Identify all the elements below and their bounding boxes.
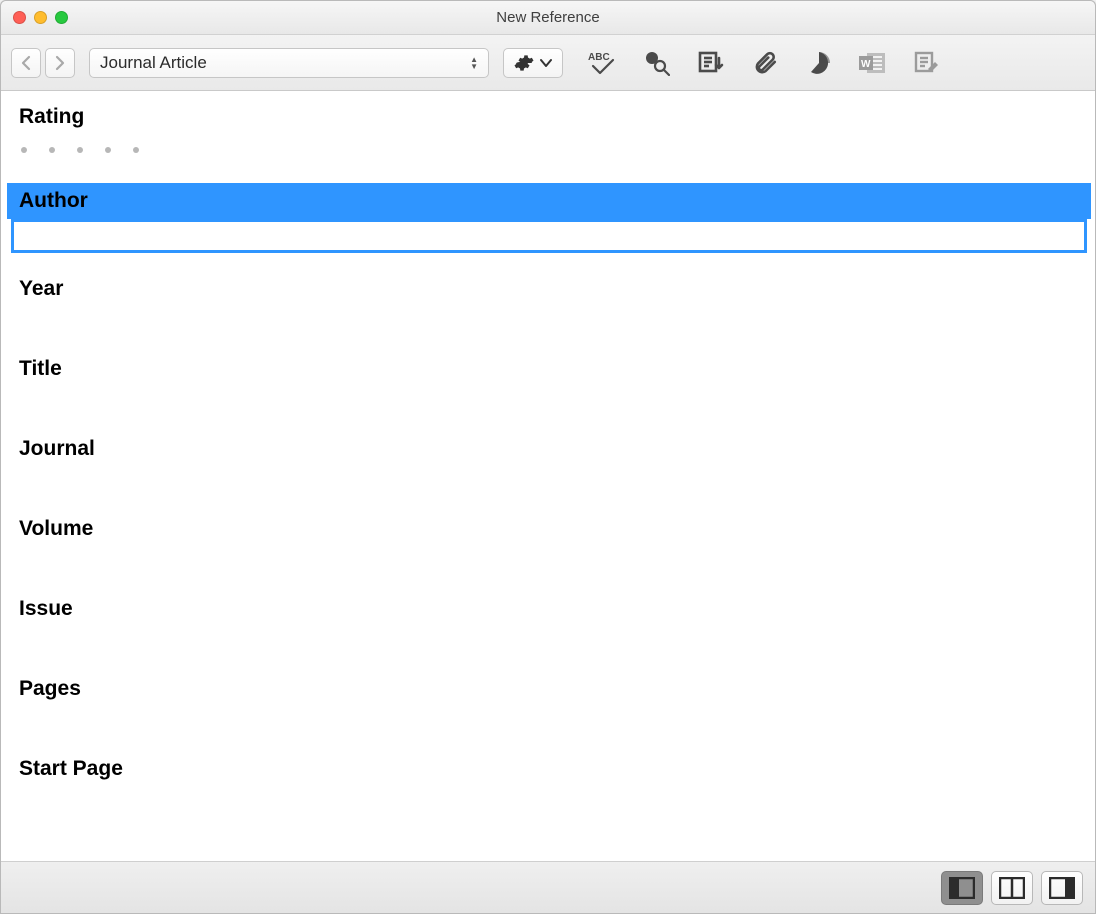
traffic-lights bbox=[13, 11, 68, 24]
layout-split-left-button[interactable] bbox=[941, 871, 983, 905]
pages-label: Pages bbox=[7, 671, 1091, 707]
spellcheck-button[interactable]: ABC bbox=[587, 47, 619, 79]
rating-dot[interactable] bbox=[21, 147, 27, 153]
rating-dot[interactable] bbox=[49, 147, 55, 153]
stepper-icon: ▲▼ bbox=[470, 56, 478, 70]
chevron-right-icon bbox=[54, 55, 66, 71]
nav-forward-button[interactable] bbox=[45, 48, 75, 78]
field-issue[interactable]: Issue bbox=[7, 591, 1091, 627]
word-icon: W bbox=[859, 51, 887, 75]
close-window-button[interactable] bbox=[13, 11, 26, 24]
layout-split-center-button[interactable] bbox=[991, 871, 1033, 905]
issue-label: Issue bbox=[7, 591, 1091, 627]
field-journal[interactable]: Journal bbox=[7, 431, 1091, 467]
attach-file-button[interactable] bbox=[749, 47, 781, 79]
rating-dot[interactable] bbox=[77, 147, 83, 153]
rating-control[interactable] bbox=[7, 135, 1091, 153]
window-title: New Reference bbox=[496, 9, 599, 26]
gear-icon bbox=[514, 53, 534, 73]
pie-chart-icon bbox=[806, 50, 832, 76]
word-export-button[interactable]: W bbox=[857, 47, 889, 79]
journal-label: Journal bbox=[7, 431, 1091, 467]
minimize-window-button[interactable] bbox=[34, 11, 47, 24]
svg-text:W: W bbox=[861, 59, 871, 70]
author-label: Author bbox=[7, 183, 1091, 219]
field-title[interactable]: Title bbox=[7, 351, 1091, 387]
svg-text:ABC: ABC bbox=[588, 52, 610, 63]
toolbar-icon-row: ABC bbox=[587, 47, 943, 79]
field-pages[interactable]: Pages bbox=[7, 671, 1091, 707]
chevron-down-icon bbox=[540, 58, 552, 68]
field-year[interactable]: Year bbox=[7, 271, 1091, 307]
find-icon bbox=[644, 50, 670, 76]
field-author: Author bbox=[7, 183, 1091, 253]
note-down-icon bbox=[698, 50, 724, 76]
title-label: Title bbox=[7, 351, 1091, 387]
rating-dot[interactable] bbox=[105, 147, 111, 153]
spellcheck-icon: ABC bbox=[588, 50, 618, 76]
paperclip-icon bbox=[752, 50, 778, 76]
reference-type-value: Journal Article bbox=[100, 53, 207, 73]
field-rating: Rating bbox=[7, 99, 1091, 153]
zoom-window-button[interactable] bbox=[55, 11, 68, 24]
layout-split-center-icon bbox=[999, 877, 1025, 899]
year-label: Year bbox=[7, 271, 1091, 307]
author-input[interactable] bbox=[14, 222, 1084, 250]
nav-back-button[interactable] bbox=[11, 48, 41, 78]
content-area[interactable]: Rating Author Year Title Journal bbox=[1, 91, 1095, 861]
find-reference-button[interactable] bbox=[641, 47, 673, 79]
nav-group bbox=[11, 48, 75, 78]
field-volume[interactable]: Volume bbox=[7, 511, 1091, 547]
bottombar bbox=[1, 861, 1095, 913]
rating-label: Rating bbox=[7, 99, 1091, 135]
window: New Reference Journal Article ▲▼ ABC bbox=[0, 0, 1096, 914]
startpage-label: Start Page bbox=[7, 751, 1091, 787]
field-startpage[interactable]: Start Page bbox=[7, 751, 1091, 787]
options-menu-button[interactable] bbox=[503, 48, 563, 78]
rating-dot[interactable] bbox=[133, 147, 139, 153]
insert-note-button[interactable] bbox=[695, 47, 727, 79]
layout-split-left-icon bbox=[949, 877, 975, 899]
note-edit-icon bbox=[914, 50, 940, 76]
volume-label: Volume bbox=[7, 511, 1091, 547]
titlebar: New Reference bbox=[1, 1, 1095, 35]
toolbar: Journal Article ▲▼ ABC bbox=[1, 35, 1095, 91]
chart-button[interactable] bbox=[803, 47, 835, 79]
layout-split-right-icon bbox=[1049, 877, 1075, 899]
layout-split-right-button[interactable] bbox=[1041, 871, 1083, 905]
reference-type-select[interactable]: Journal Article ▲▼ bbox=[89, 48, 489, 78]
format-reference-button[interactable] bbox=[911, 47, 943, 79]
chevron-left-icon bbox=[20, 55, 32, 71]
